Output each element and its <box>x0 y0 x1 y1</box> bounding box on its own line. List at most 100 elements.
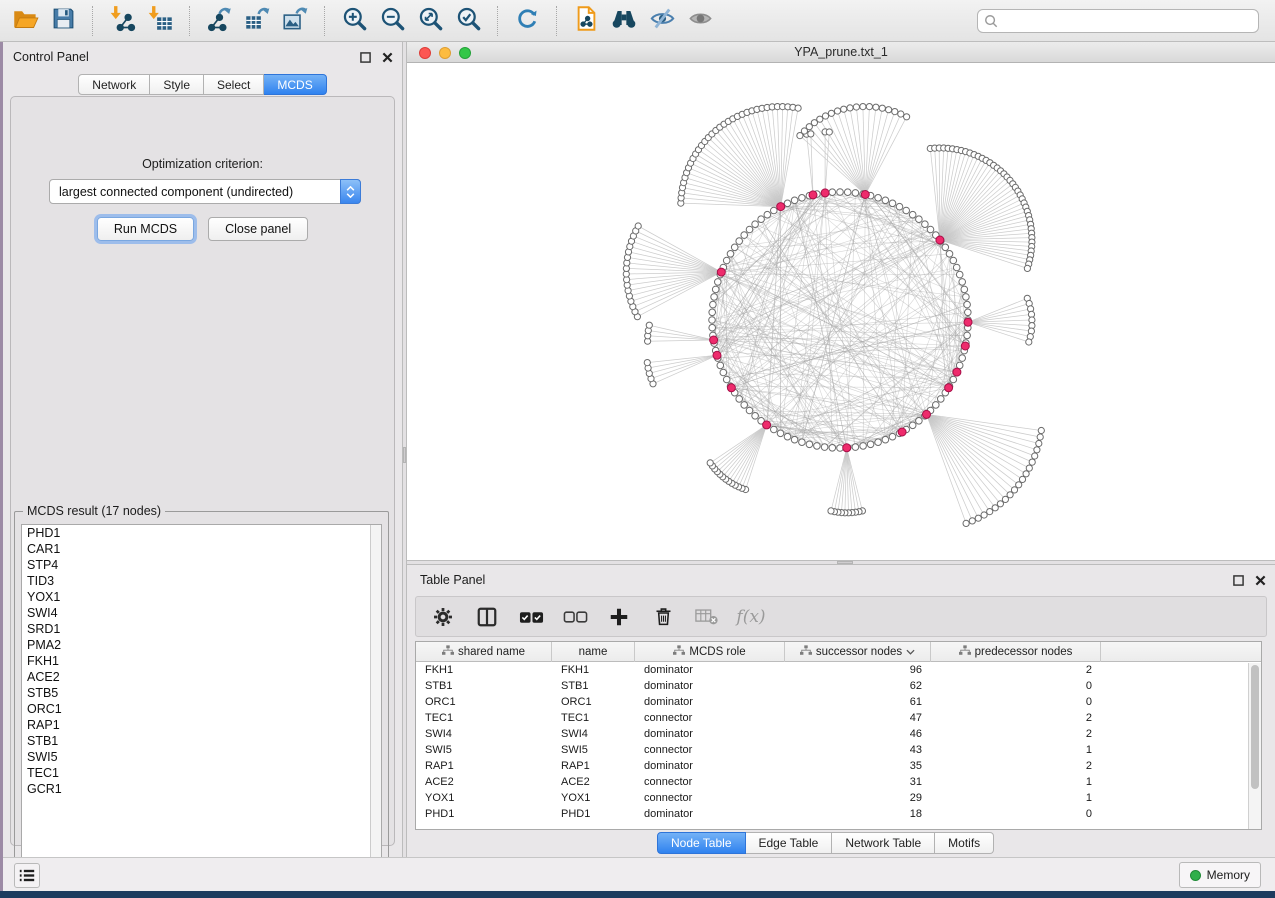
table-cell: STB1 <box>552 678 635 694</box>
table-scrollbar[interactable] <box>1248 663 1261 830</box>
tab-edge-table[interactable]: Edge Table <box>746 832 833 854</box>
mcds-result-item[interactable]: SWI5 <box>22 749 381 765</box>
mcds-result-item[interactable]: PMA2 <box>22 637 381 653</box>
node-table: shared namenameMCDS rolesuccessor nodesp… <box>415 641 1262 830</box>
select-all-rows-button[interactable] <box>516 602 546 632</box>
table-row[interactable]: YOX1YOX1connector291 <box>416 790 1261 806</box>
zoom-out-button[interactable] <box>373 4 411 38</box>
table-cell: 1 <box>931 742 1101 758</box>
mcds-list-scrollbar[interactable] <box>370 525 381 875</box>
close-table-panel-button[interactable] <box>1254 574 1267 587</box>
table-cell: 96 <box>785 662 931 678</box>
tab-mcds[interactable]: MCDS <box>264 74 326 95</box>
show-columns-button[interactable] <box>472 602 502 632</box>
export-image-button[interactable] <box>276 4 314 38</box>
table-row[interactable]: FKH1FKH1dominator962 <box>416 662 1261 678</box>
column-header-shared-name[interactable]: shared name <box>416 642 552 662</box>
table-row[interactable]: SWI4SWI4dominator462 <box>416 726 1261 742</box>
mcds-result-item[interactable]: ACE2 <box>22 669 381 685</box>
zoom-selected-button[interactable] <box>449 4 487 38</box>
mcds-result-item[interactable]: PHD1 <box>22 525 381 541</box>
criterion-selected-value: largest connected component (undirected) <box>59 185 293 199</box>
tab-motifs[interactable]: Motifs <box>935 832 994 854</box>
table-row[interactable]: ORC1ORC1dominator610 <box>416 694 1261 710</box>
task-history-button[interactable] <box>14 863 40 888</box>
table-cell: YOX1 <box>416 790 552 806</box>
mcds-result-item[interactable]: STB5 <box>22 685 381 701</box>
show-detail-button[interactable] <box>681 4 719 38</box>
mcds-result-item[interactable]: TID3 <box>22 573 381 589</box>
mcds-result-item[interactable]: SRD1 <box>22 621 381 637</box>
table-scrollbar-thumb[interactable] <box>1251 665 1259 789</box>
mcds-result-item[interactable]: TEC1 <box>22 765 381 781</box>
mcds-tab-content: Optimization criterion: largest connecte… <box>10 96 395 846</box>
clone-network-button[interactable] <box>567 4 605 38</box>
find-button[interactable] <box>605 4 643 38</box>
tab-style[interactable]: Style <box>150 74 204 95</box>
vertical-splitter-grip[interactable] <box>403 447 406 463</box>
export-network-button[interactable] <box>200 4 238 38</box>
table-cell: 2 <box>931 726 1101 742</box>
zoom-in-button[interactable] <box>335 4 373 38</box>
zoom-selected-icon <box>455 5 482 37</box>
float-panel-button[interactable] <box>359 51 372 64</box>
close-panel-button[interactable] <box>381 51 394 64</box>
import-network-button[interactable] <box>103 4 141 38</box>
table-row[interactable]: PHD1PHD1dominator180 <box>416 806 1261 822</box>
save-session-button[interactable] <box>44 4 82 38</box>
table-row[interactable]: RAP1RAP1dominator352 <box>416 758 1261 774</box>
column-header-MCDS-role[interactable]: MCDS role <box>635 642 785 662</box>
tab-select[interactable]: Select <box>204 74 264 95</box>
mcds-result-item[interactable]: RAP1 <box>22 717 381 733</box>
column-type-icon <box>959 645 971 659</box>
function-builder-button[interactable]: f(x) <box>736 602 766 632</box>
table-row[interactable]: SWI5SWI5connector431 <box>416 742 1261 758</box>
delete-column-button[interactable] <box>648 602 678 632</box>
table-cell: STB1 <box>416 678 552 694</box>
zoom-fit-button[interactable] <box>411 4 449 38</box>
mcds-result-item[interactable]: STP4 <box>22 557 381 573</box>
search-input[interactable] <box>977 9 1259 33</box>
column-header-predecessor-nodes[interactable]: predecessor nodes <box>931 642 1101 662</box>
network-canvas[interactable] <box>407 63 1275 560</box>
close-panel-action-button[interactable]: Close panel <box>208 217 308 241</box>
export-table-button[interactable] <box>238 4 276 38</box>
deselect-all-rows-button[interactable] <box>560 602 590 632</box>
tab-network[interactable]: Network <box>78 74 150 95</box>
memory-label: Memory <box>1207 868 1250 882</box>
column-header-successor-nodes[interactable]: successor nodes <box>785 642 931 662</box>
mcds-result-item[interactable]: FKH1 <box>22 653 381 669</box>
delete-table-button[interactable] <box>692 602 722 632</box>
table-cell: 47 <box>785 710 931 726</box>
tab-network-table[interactable]: Network Table <box>832 832 935 854</box>
run-mcds-button[interactable]: Run MCDS <box>97 217 194 241</box>
mcds-result-item[interactable]: STB1 <box>22 733 381 749</box>
float-table-panel-button[interactable] <box>1232 574 1245 587</box>
mcds-result-item[interactable]: YOX1 <box>22 589 381 605</box>
table-toolbar: f(x) <box>415 596 1267 637</box>
mcds-result-item[interactable]: ORC1 <box>22 701 381 717</box>
table-cell: ACE2 <box>552 774 635 790</box>
tab-node-table[interactable]: Node Table <box>657 832 746 854</box>
control-panel-title: Control Panel <box>13 50 89 64</box>
horizontal-splitter-grip[interactable] <box>837 561 853 564</box>
table-cell: 43 <box>785 742 931 758</box>
optimization-criterion-select[interactable]: largest connected component (undirected) <box>49 179 361 204</box>
table-cell: RAP1 <box>552 758 635 774</box>
table-row[interactable]: STB1STB1dominator620 <box>416 678 1261 694</box>
column-header-name[interactable]: name <box>552 642 635 662</box>
mcds-result-item[interactable]: CAR1 <box>22 541 381 557</box>
table-row[interactable]: TEC1TEC1connector472 <box>416 710 1261 726</box>
import-table-button[interactable] <box>141 4 179 38</box>
refresh-button[interactable] <box>508 4 546 38</box>
open-file-button[interactable] <box>6 4 44 38</box>
table-row[interactable]: ACE2ACE2connector311 <box>416 774 1261 790</box>
table-cell: SWI4 <box>416 726 552 742</box>
add-column-button[interactable] <box>604 602 634 632</box>
mcds-result-item[interactable]: SWI4 <box>22 605 381 621</box>
mcds-result-item[interactable]: GCR1 <box>22 781 381 797</box>
memory-button[interactable]: Memory <box>1179 862 1261 888</box>
hide-detail-button[interactable] <box>643 4 681 38</box>
select-stepper-icon <box>340 179 361 204</box>
table-options-button[interactable] <box>428 602 458 632</box>
